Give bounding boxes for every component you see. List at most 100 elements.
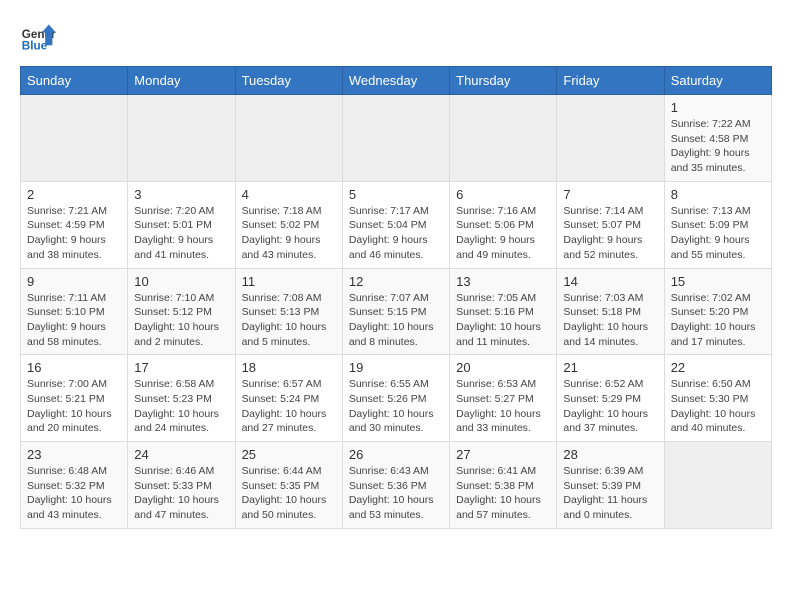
calendar-cell: 6 Sunrise: 7:16 AM Sunset: 5:06 PM Daylig…: [450, 181, 557, 268]
day-info: Sunrise: 7:20 AM Sunset: 5:01 PM Dayligh…: [134, 204, 228, 263]
day-number: 15: [671, 274, 765, 289]
day-header-thursday: Thursday: [450, 67, 557, 95]
day-number: 18: [242, 360, 336, 375]
day-info: Sunrise: 7:16 AM Sunset: 5:06 PM Dayligh…: [456, 204, 550, 263]
day-number: 20: [456, 360, 550, 375]
day-info: Sunrise: 7:11 AM Sunset: 5:10 PM Dayligh…: [27, 291, 121, 350]
day-info: Sunrise: 6:44 AM Sunset: 5:35 PM Dayligh…: [242, 464, 336, 523]
day-number: 25: [242, 447, 336, 462]
day-info: Sunrise: 7:18 AM Sunset: 5:02 PM Dayligh…: [242, 204, 336, 263]
day-info: Sunrise: 6:52 AM Sunset: 5:29 PM Dayligh…: [563, 377, 657, 436]
calendar-cell: 17 Sunrise: 6:58 AM Sunset: 5:23 PM Dayli…: [128, 355, 235, 442]
day-number: 17: [134, 360, 228, 375]
day-number: 13: [456, 274, 550, 289]
calendar-cell: [21, 95, 128, 182]
day-header-saturday: Saturday: [664, 67, 771, 95]
calendar-week-row: 16 Sunrise: 7:00 AM Sunset: 5:21 PM Dayli…: [21, 355, 772, 442]
calendar-cell: 3 Sunrise: 7:20 AM Sunset: 5:01 PM Daylig…: [128, 181, 235, 268]
calendar-cell: 5Sunrise: 7:17 AM Sunset: 5:04 PM Daylig…: [342, 181, 449, 268]
svg-text:Blue: Blue: [22, 40, 48, 53]
day-number: 21: [563, 360, 657, 375]
day-number: 8: [671, 187, 765, 202]
calendar-cell: [450, 95, 557, 182]
calendar-cell: [342, 95, 449, 182]
day-number: 3: [134, 187, 228, 202]
day-number: 7: [563, 187, 657, 202]
calendar-cell: 26 Sunrise: 6:43 AM Sunset: 5:36 PM Dayli…: [342, 442, 449, 529]
page-header: General Blue: [20, 20, 772, 56]
calendar-cell: 7 Sunrise: 7:14 AM Sunset: 5:07 PM Daylig…: [557, 181, 664, 268]
day-number: 2: [27, 187, 121, 202]
day-header-sunday: Sunday: [21, 67, 128, 95]
calendar-cell: 9 Sunrise: 7:11 AM Sunset: 5:10 PM Daylig…: [21, 268, 128, 355]
day-header-monday: Monday: [128, 67, 235, 95]
day-number: 19: [349, 360, 443, 375]
calendar-cell: 28Sunrise: 6:39 AM Sunset: 5:39 PM Dayli…: [557, 442, 664, 529]
calendar-header-row: SundayMondayTuesdayWednesdayThursdayFrid…: [21, 67, 772, 95]
calendar-cell: 11 Sunrise: 7:08 AM Sunset: 5:13 PM Dayli…: [235, 268, 342, 355]
calendar-cell: 20 Sunrise: 6:53 AM Sunset: 5:27 PM Dayli…: [450, 355, 557, 442]
calendar-cell: [235, 95, 342, 182]
calendar-cell: 22 Sunrise: 6:50 AM Sunset: 5:30 PM Dayli…: [664, 355, 771, 442]
logo: General Blue: [20, 20, 56, 56]
calendar-cell: 1Sunrise: 7:22 AM Sunset: 4:58 PM Daylig…: [664, 95, 771, 182]
day-info: Sunrise: 6:57 AM Sunset: 5:24 PM Dayligh…: [242, 377, 336, 436]
calendar-cell: [557, 95, 664, 182]
day-info: Sunrise: 6:43 AM Sunset: 5:36 PM Dayligh…: [349, 464, 443, 523]
calendar-cell: 25 Sunrise: 6:44 AM Sunset: 5:35 PM Dayli…: [235, 442, 342, 529]
day-info: Sunrise: 7:02 AM Sunset: 5:20 PM Dayligh…: [671, 291, 765, 350]
day-number: 5: [349, 187, 443, 202]
day-info: Sunrise: 6:58 AM Sunset: 5:23 PM Dayligh…: [134, 377, 228, 436]
day-info: Sunrise: 6:53 AM Sunset: 5:27 PM Dayligh…: [456, 377, 550, 436]
calendar-cell: 8 Sunrise: 7:13 AM Sunset: 5:09 PM Daylig…: [664, 181, 771, 268]
day-info: Sunrise: 6:48 AM Sunset: 5:32 PM Dayligh…: [27, 464, 121, 523]
day-info: Sunrise: 6:55 AM Sunset: 5:26 PM Dayligh…: [349, 377, 443, 436]
day-info: Sunrise: 7:08 AM Sunset: 5:13 PM Dayligh…: [242, 291, 336, 350]
calendar-cell: 27Sunrise: 6:41 AM Sunset: 5:38 PM Dayli…: [450, 442, 557, 529]
day-number: 6: [456, 187, 550, 202]
calendar-cell: 16 Sunrise: 7:00 AM Sunset: 5:21 PM Dayli…: [21, 355, 128, 442]
day-info: Sunrise: 7:07 AM Sunset: 5:15 PM Dayligh…: [349, 291, 443, 350]
calendar-cell: 4 Sunrise: 7:18 AM Sunset: 5:02 PM Daylig…: [235, 181, 342, 268]
day-info: Sunrise: 7:05 AM Sunset: 5:16 PM Dayligh…: [456, 291, 550, 350]
calendar-cell: 2Sunrise: 7:21 AM Sunset: 4:59 PM Daylig…: [21, 181, 128, 268]
logo-icon: General Blue: [20, 20, 56, 56]
calendar-cell: 10 Sunrise: 7:10 AM Sunset: 5:12 PM Dayli…: [128, 268, 235, 355]
day-info: Sunrise: 7:22 AM Sunset: 4:58 PM Dayligh…: [671, 117, 765, 176]
calendar-cell: 18 Sunrise: 6:57 AM Sunset: 5:24 PM Dayli…: [235, 355, 342, 442]
day-info: Sunrise: 7:14 AM Sunset: 5:07 PM Dayligh…: [563, 204, 657, 263]
day-info: Sunrise: 7:13 AM Sunset: 5:09 PM Dayligh…: [671, 204, 765, 263]
calendar-cell: 21 Sunrise: 6:52 AM Sunset: 5:29 PM Dayli…: [557, 355, 664, 442]
day-header-tuesday: Tuesday: [235, 67, 342, 95]
calendar-week-row: 1Sunrise: 7:22 AM Sunset: 4:58 PM Daylig…: [21, 95, 772, 182]
day-number: 28: [563, 447, 657, 462]
day-number: 14: [563, 274, 657, 289]
calendar-cell: [128, 95, 235, 182]
day-number: 12: [349, 274, 443, 289]
calendar-cell: 14 Sunrise: 7:03 AM Sunset: 5:18 PM Dayli…: [557, 268, 664, 355]
calendar-week-row: 23 Sunrise: 6:48 AM Sunset: 5:32 PM Dayli…: [21, 442, 772, 529]
day-header-friday: Friday: [557, 67, 664, 95]
day-number: 26: [349, 447, 443, 462]
calendar-cell: [664, 442, 771, 529]
day-number: 4: [242, 187, 336, 202]
calendar-table: SundayMondayTuesdayWednesdayThursdayFrid…: [20, 66, 772, 529]
day-info: Sunrise: 6:46 AM Sunset: 5:33 PM Dayligh…: [134, 464, 228, 523]
calendar-cell: 24 Sunrise: 6:46 AM Sunset: 5:33 PM Dayli…: [128, 442, 235, 529]
day-number: 10: [134, 274, 228, 289]
day-number: 23: [27, 447, 121, 462]
day-info: Sunrise: 7:00 AM Sunset: 5:21 PM Dayligh…: [27, 377, 121, 436]
day-info: Sunrise: 6:50 AM Sunset: 5:30 PM Dayligh…: [671, 377, 765, 436]
day-info: Sunrise: 7:03 AM Sunset: 5:18 PM Dayligh…: [563, 291, 657, 350]
calendar-week-row: 2Sunrise: 7:21 AM Sunset: 4:59 PM Daylig…: [21, 181, 772, 268]
day-number: 27: [456, 447, 550, 462]
day-number: 24: [134, 447, 228, 462]
day-info: Sunrise: 7:10 AM Sunset: 5:12 PM Dayligh…: [134, 291, 228, 350]
day-number: 22: [671, 360, 765, 375]
calendar-cell: 12 Sunrise: 7:07 AM Sunset: 5:15 PM Dayli…: [342, 268, 449, 355]
day-number: 9: [27, 274, 121, 289]
day-number: 11: [242, 274, 336, 289]
day-number: 16: [27, 360, 121, 375]
day-header-wednesday: Wednesday: [342, 67, 449, 95]
calendar-cell: 13 Sunrise: 7:05 AM Sunset: 5:16 PM Dayli…: [450, 268, 557, 355]
